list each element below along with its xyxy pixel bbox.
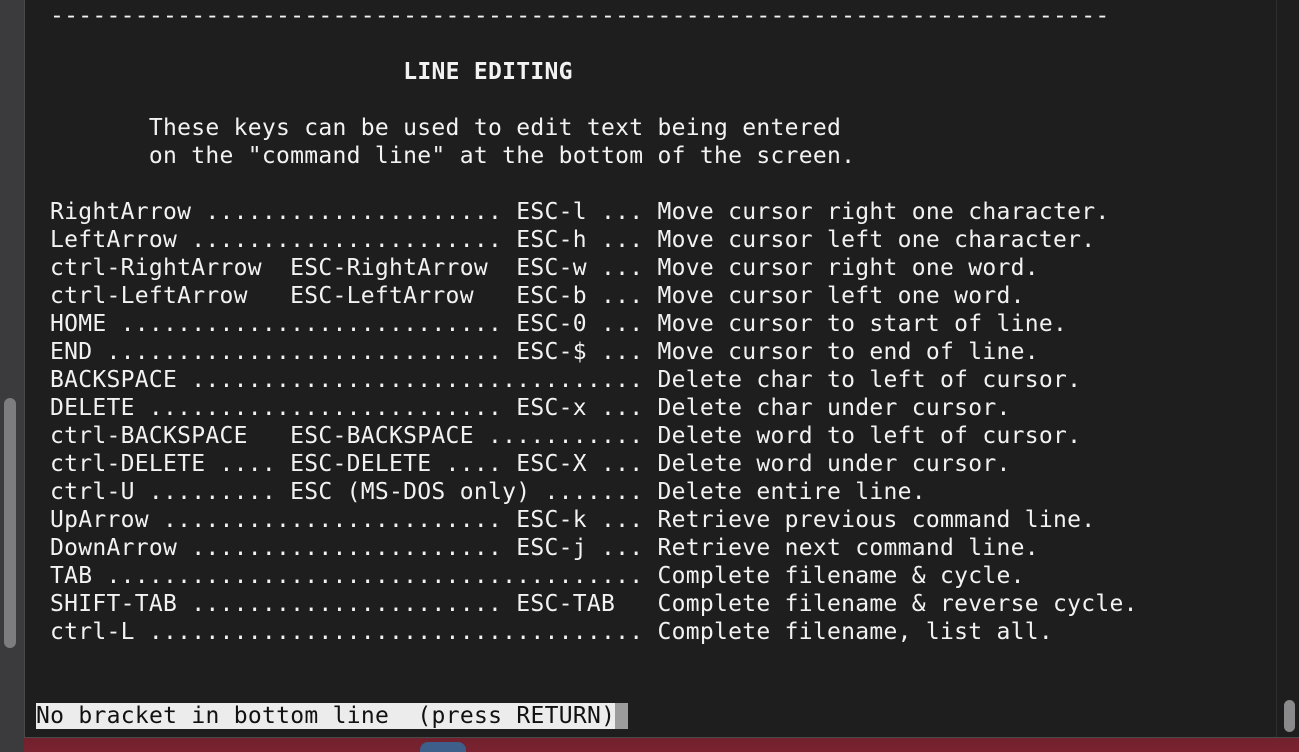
terminal-scrollbar-thumb[interactable] <box>1284 700 1295 732</box>
status-prompt-text: No bracket in bottom line (press RETURN) <box>36 703 616 729</box>
intro-text: These keys can be used to edit text bein… <box>148 115 842 141</box>
text-cursor <box>615 703 629 729</box>
terminal-screen: ----------------------------------------… <box>50 2 1138 646</box>
background-window-scrollbar-thumb[interactable] <box>4 398 16 648</box>
binding-row: TAB ....................................… <box>50 563 1025 589</box>
terminal-scrollbar[interactable] <box>1276 0 1299 737</box>
intro-line: on the "command line" at the bottom of t… <box>50 142 1138 170</box>
separator-line: ----------------------------------------… <box>50 3 1110 29</box>
binding-row: ctrl-RightArrow ESC-RightArrow ESC-w ...… <box>50 255 1039 281</box>
binding-row: END ............................ ESC-$ .… <box>50 339 1039 365</box>
binding-row: DownArrow ...................... ESC-j .… <box>50 535 1039 561</box>
intro-line: These keys can be used to edit text bein… <box>50 114 1138 142</box>
binding-row: HOME ........................... ESC-0 .… <box>50 311 1068 337</box>
binding-row: LeftArrow ...................... ESC-h .… <box>50 227 1096 253</box>
background-window-edge <box>0 0 24 752</box>
binding-row: ctrl-U ......... ESC (MS-DOS only) .....… <box>50 479 926 505</box>
section-title-text: LINE EDITING <box>403 59 573 85</box>
binding-row: ctrl-L .................................… <box>50 619 1054 645</box>
binding-row: DELETE ......................... ESC-x .… <box>50 395 1011 421</box>
section-title-indent <box>50 59 403 85</box>
binding-row: BACKSPACE ..............................… <box>50 367 1082 393</box>
binding-row: ctrl-BACKSPACE ESC-BACKSPACE ...........… <box>50 423 1082 449</box>
terminal-window[interactable]: ----------------------------------------… <box>24 0 1299 738</box>
binding-row: RightArrow ..................... ESC-l .… <box>50 199 1110 225</box>
section-title: LINE EDITING <box>50 58 1138 86</box>
intro-text: on the "command line" at the bottom of t… <box>148 143 856 169</box>
binding-row: ctrl-LeftArrow ESC-LeftArrow ESC-b ... M… <box>50 283 1025 309</box>
binding-row: UpArrow ........................ ESC-k .… <box>50 507 1096 533</box>
dock-icon-edge <box>420 742 466 752</box>
intro-indent <box>50 115 149 141</box>
binding-row: SHIFT-TAB ...................... ESC-TAB… <box>50 591 1138 617</box>
status-prompt-line[interactable]: No bracket in bottom line (press RETURN) <box>36 702 629 730</box>
intro-indent <box>50 143 149 169</box>
binding-row: ctrl-DELETE .... ESC-DELETE .... ESC-X .… <box>50 451 1011 477</box>
